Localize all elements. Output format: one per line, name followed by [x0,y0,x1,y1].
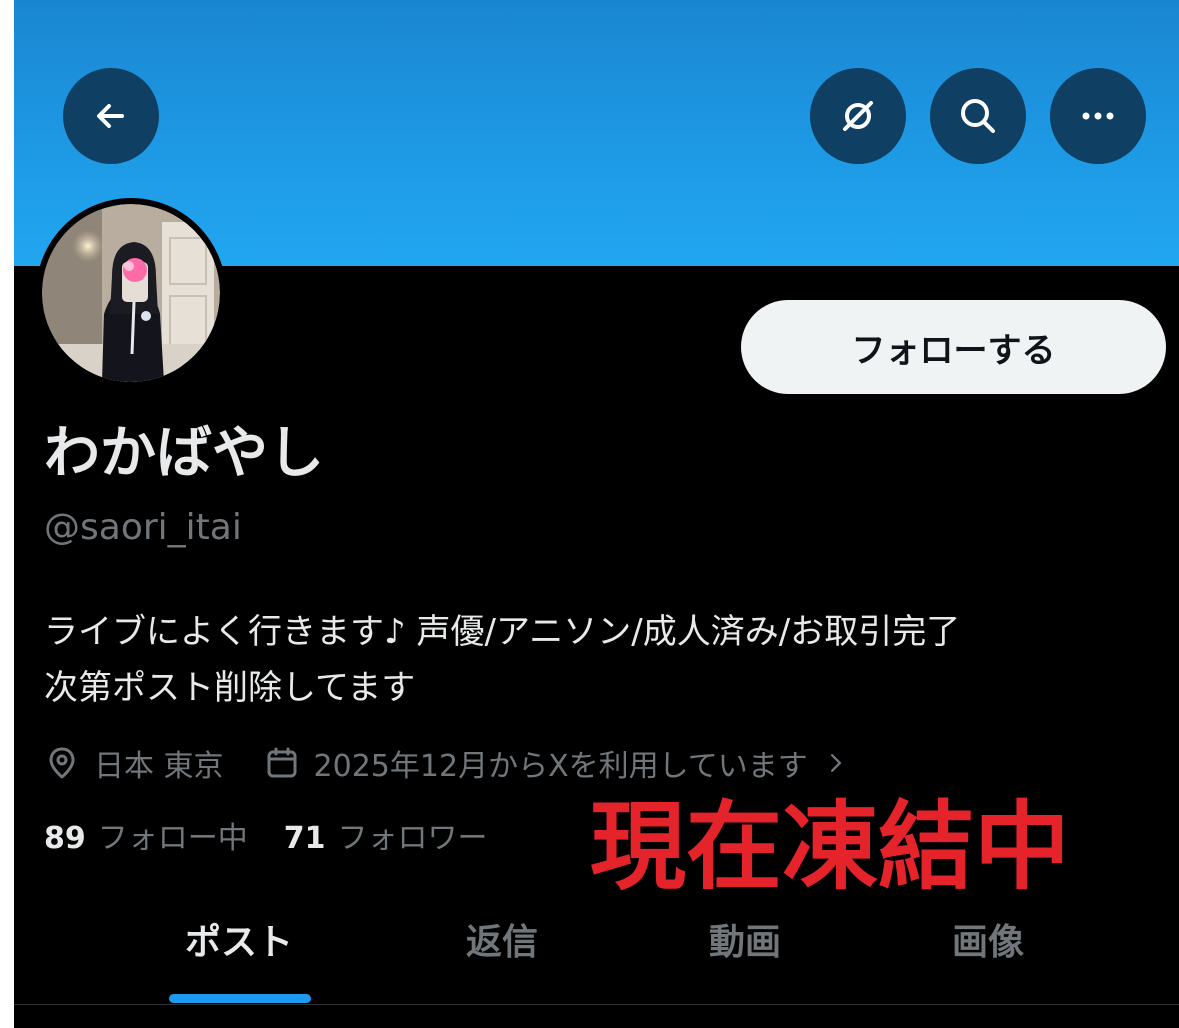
tab-divider [14,1004,1179,1005]
calendar-icon [267,747,297,778]
tab-images[interactable]: 画像 [888,904,1088,974]
user-handle: @saori_itai [44,507,242,548]
left-edge-strip [0,0,14,1028]
grok-button[interactable] [810,68,906,164]
location-text: 日本 東京 [94,749,224,784]
profile-bio: ライブによく行きます♪ 声優/アニソン/成人済み/お取引完了 次第ポスト削除して… [44,612,961,708]
chevron-right-icon[interactable] [822,749,850,777]
active-tab-indicator [169,994,311,1003]
search-button[interactable] [930,68,1026,164]
followers-link[interactable]: 71 フォロワー [284,813,488,857]
following-count: 89 [44,821,86,856]
joined-date-link[interactable]: 2025年12月からXを利用しています [314,741,808,785]
location-pin-icon [49,747,75,779]
search-icon [961,99,995,133]
avatar-ring [36,198,226,388]
follow-button[interactable]: フォローする [741,300,1166,394]
tab-posts[interactable]: ポスト [139,904,339,974]
arrow-left-icon [97,104,124,128]
more-horizontal-icon [1082,112,1114,120]
profile-meta-row: 日本 東京 2025年12月からXを利用しています [44,740,850,786]
more-button[interactable] [1050,68,1146,164]
tab-videos[interactable]: 動画 [645,904,845,974]
frozen-status-overlay: 現在凍結中 [590,791,1070,903]
follow-stats: 89 フォロー中 71 フォロワー [44,812,488,858]
following-label: フォロー中 [97,821,248,856]
followers-label: フォロワー [337,821,488,856]
display-name: わかばやし [44,421,324,486]
back-button[interactable] [63,68,159,164]
avatar[interactable] [42,204,220,382]
grok-icon [843,101,873,131]
tab-replies[interactable]: 返信 [402,904,602,974]
following-link[interactable]: 89 フォロー中 [44,813,248,857]
followers-count: 71 [283,821,326,856]
